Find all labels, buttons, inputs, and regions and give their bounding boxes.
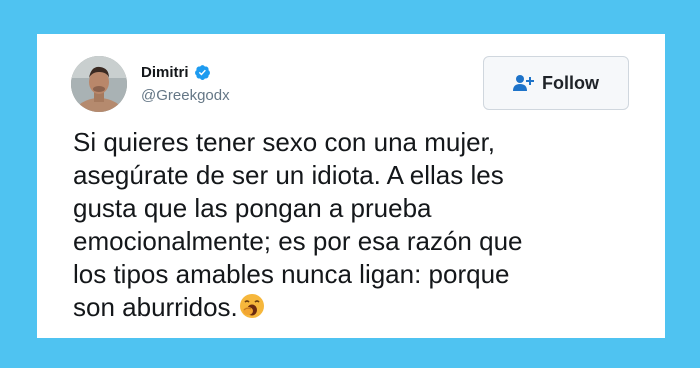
yawning-face-icon — [239, 294, 264, 318]
tweet-card: Dimitri @Greekgodx Follow Si quieres ten… — [37, 34, 665, 338]
tweet-text: Si quieres tener sexo con una mujer, ase… — [73, 127, 523, 322]
author-name[interactable]: Dimitri — [141, 64, 189, 81]
avatar[interactable] — [71, 56, 127, 112]
author-name-row: Dimitri — [141, 64, 211, 81]
person-add-icon — [513, 75, 534, 91]
tweet-text-block: Si quieres tener sexo con una mujer, ase… — [73, 126, 633, 324]
follow-button-label: Follow — [542, 72, 599, 93]
author-handle[interactable]: @Greekgodx — [141, 87, 230, 104]
follow-button[interactable]: Follow — [483, 56, 629, 110]
verified-badge-icon — [194, 65, 210, 80]
